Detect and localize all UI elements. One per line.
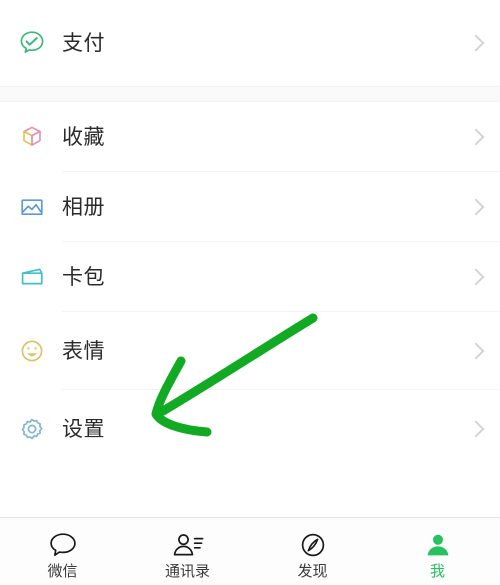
album-photo-icon [15,190,49,224]
chevron-right-icon[interactable] [452,312,500,390]
menu-item-label: 设置 [62,416,105,441]
menu-item-album[interactable]: 相册 [0,172,500,242]
tab-label: 我 [429,562,445,580]
tab-contacts[interactable]: 通讯录 [125,518,250,585]
chat-bubble-icon [47,528,79,562]
menu-item-label: 卡包 [62,264,105,289]
menu-item-cards[interactable]: 卡包 [0,242,500,312]
tab-discover[interactable]: 发现 [250,518,375,585]
chevron-right-icon[interactable] [452,172,500,242]
menu-item-label: 收藏 [62,124,105,149]
settings-gear-icon [15,412,49,446]
profile-menu-list: 支付 收藏 相册 卡包 表情 设置 [0,0,500,468]
menu-item-label: 表情 [62,338,105,363]
card-wallet-icon [15,260,49,294]
me-person-icon [422,528,454,562]
wechat-pay-icon [15,26,49,60]
menu-item-emoji[interactable]: 表情 [0,312,500,390]
menu-item-favorites[interactable]: 收藏 [0,102,500,172]
chevron-right-icon[interactable] [452,242,500,312]
contacts-person-icon [171,528,205,562]
menu-item-label: 支付 [62,30,105,55]
menu-item-label: 相册 [62,194,105,219]
favorites-cube-icon [15,120,49,154]
emoji-smiley-icon [15,334,49,368]
chevron-right-icon[interactable] [452,390,500,468]
menu-group-main: 收藏 相册 卡包 表情 设置 [0,102,500,468]
tab-wechat[interactable]: 微信 [0,518,125,585]
tab-label: 通讯录 [164,562,210,580]
menu-item-pay[interactable]: 支付 [0,0,500,86]
tab-me[interactable]: 我 [375,518,500,585]
wechat-me-screen: 支付 收藏 相册 卡包 表情 设置 微信 通讯录 发现 我 [0,0,500,585]
chevron-right-icon[interactable] [452,0,500,86]
bottom-tab-bar: 微信 通讯录 发现 我 [0,517,500,585]
menu-item-settings[interactable]: 设置 [0,390,500,468]
tab-label: 微信 [47,562,78,580]
discover-compass-icon [297,528,329,562]
tab-label: 发现 [297,562,328,580]
menu-group-divider [0,86,500,102]
menu-group-payment: 支付 [0,0,500,86]
chevron-right-icon[interactable] [452,102,500,172]
